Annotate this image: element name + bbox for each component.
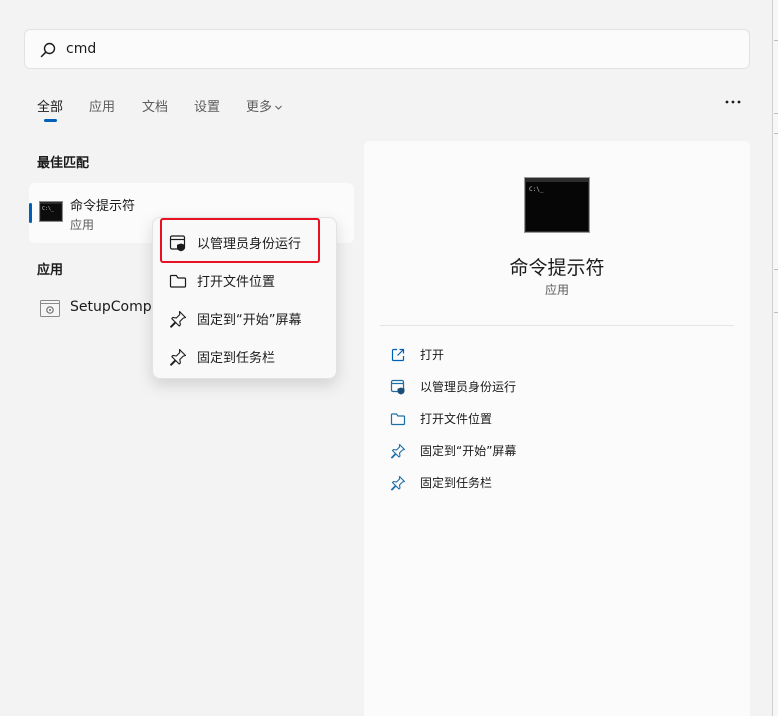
tab-settings[interactable]: 设置 [194, 96, 220, 115]
strip-tick [774, 133, 778, 134]
selection-indicator [29, 203, 32, 223]
admin-shield-icon [169, 235, 186, 252]
action-open-file-location[interactable]: 打开文件位置 [380, 405, 734, 433]
context-item-label: 打开文件位置 [197, 275, 276, 290]
strip-tick [774, 113, 778, 114]
setup-app-icon [40, 300, 60, 317]
strip-tick [774, 312, 778, 313]
pin-icon [390, 475, 406, 491]
context-pin-to-start[interactable]: 固定到“开始”屏幕 [157, 301, 332, 335]
action-label: 打开 [420, 348, 445, 362]
chevron-down-icon [275, 105, 282, 110]
open-external-icon [391, 348, 405, 362]
context-item-label: 固定到“开始”屏幕 [197, 313, 302, 328]
strip-tick [774, 40, 778, 41]
preview-app-type: 应用 [544, 283, 569, 297]
folder-icon [390, 413, 406, 426]
context-run-as-admin[interactable]: 以管理员身份运行 [157, 225, 332, 259]
context-open-file-location[interactable]: 打开文件位置 [157, 263, 332, 297]
preview-app-name: 命令提示符 [509, 257, 605, 279]
background-window-strip [773, 0, 778, 716]
tab-more[interactable]: 更多 [246, 96, 283, 115]
svg-text:C:\_: C:\_ [42, 206, 55, 212]
command-prompt-icon: C:\_ [39, 201, 63, 222]
context-menu: 以管理员身份运行 打开文件位置 固定到“开始”屏幕 固定到任务栏 [152, 217, 337, 379]
command-prompt-icon: C:\_ [524, 177, 590, 233]
action-label: 以管理员身份运行 [420, 380, 517, 394]
folder-icon [169, 274, 187, 288]
tab-all[interactable]: 全部 [37, 96, 63, 115]
context-item-label: 固定到任务栏 [197, 351, 276, 366]
best-match-type: 应用 [70, 218, 95, 232]
search-input[interactable] [66, 38, 726, 60]
action-label: 固定到任务栏 [420, 476, 493, 490]
search-icon [40, 42, 56, 58]
pin-icon [390, 443, 406, 459]
preview-pane: C:\_ 命令提示符 应用 打开 以管理员身份运行 打开文件位置 固定到“开始”… [364, 141, 750, 716]
strip-tick [774, 269, 778, 270]
context-pin-to-taskbar[interactable]: 固定到任务栏 [157, 339, 332, 373]
best-match-heading: 最佳匹配 [37, 156, 90, 171]
tab-apps[interactable]: 应用 [89, 96, 115, 115]
preview-divider [380, 325, 734, 326]
pin-icon [170, 348, 187, 366]
more-options-icon[interactable] [724, 95, 742, 109]
apps-heading: 应用 [37, 263, 64, 278]
admin-shield-icon [390, 379, 405, 395]
context-item-label: 以管理员身份运行 [197, 237, 302, 252]
search-box[interactable] [24, 29, 750, 69]
svg-text:C:\_: C:\_ [529, 186, 544, 193]
active-tab-indicator [44, 119, 57, 122]
action-pin-to-taskbar[interactable]: 固定到任务栏 [380, 469, 734, 497]
action-open[interactable]: 打开 [380, 341, 734, 369]
action-label: 打开文件位置 [420, 412, 493, 426]
action-label: 固定到“开始”屏幕 [420, 444, 517, 458]
action-pin-to-start[interactable]: 固定到“开始”屏幕 [380, 437, 734, 465]
pin-icon [170, 310, 187, 328]
app-item-label: SetupCompl [70, 299, 156, 315]
tab-more-label: 更多 [246, 100, 273, 115]
best-match-name: 命令提示符 [70, 199, 136, 214]
action-run-as-admin[interactable]: 以管理员身份运行 [380, 373, 734, 401]
tab-documents[interactable]: 文档 [142, 96, 168, 115]
